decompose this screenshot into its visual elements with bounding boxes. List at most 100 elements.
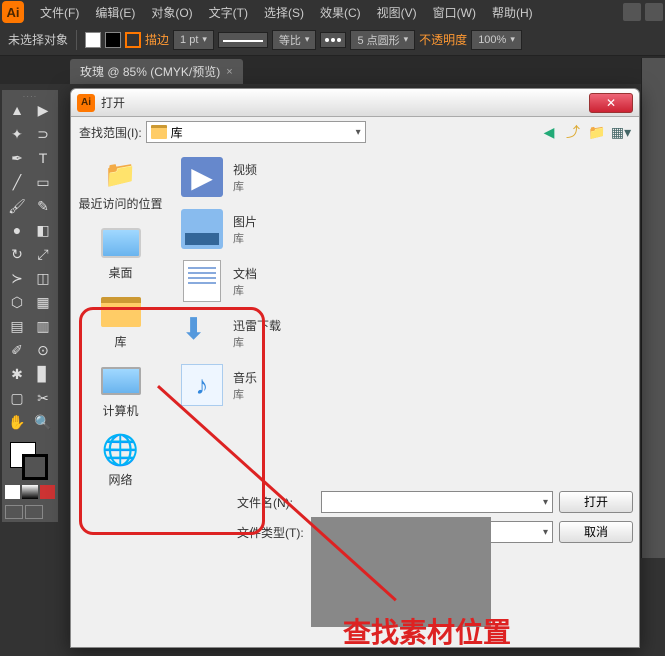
filename-combo[interactable]: ▾ <box>321 491 553 513</box>
chevron-down-icon: ▾ <box>543 497 548 508</box>
brush-preview[interactable] <box>320 32 346 48</box>
gradient-tool[interactable]: ▥ <box>30 314 56 338</box>
brush-dropdown[interactable]: 5 点圆形 <box>350 30 415 50</box>
filetype-label: 文件类型(T): <box>237 524 315 541</box>
width-tool[interactable]: ≻ <box>4 266 30 290</box>
look-in-value: 库 <box>171 124 183 141</box>
mesh-tool[interactable]: ▤ <box>4 314 30 338</box>
menu-view[interactable]: 视图(V) <box>369 2 425 23</box>
video-icon <box>181 157 223 197</box>
sidebar-item-desktop[interactable]: 桌面 <box>71 220 170 289</box>
free-transform-tool[interactable]: ◫ <box>30 266 56 290</box>
slice-tool[interactable]: ✂ <box>30 386 56 410</box>
right-panel-collapsed[interactable] <box>641 58 665 558</box>
sidebar-item-computer[interactable]: 计算机 <box>71 358 170 427</box>
scale-tool[interactable]: ⤢ <box>30 242 56 266</box>
rotate-tool[interactable]: ↻ <box>4 242 30 266</box>
rectangle-tool[interactable]: ▭ <box>30 170 56 194</box>
color-mode-icon[interactable] <box>5 485 20 499</box>
eraser-tool[interactable]: ◧ <box>30 218 56 242</box>
artboard-tool[interactable]: ▢ <box>4 386 30 410</box>
up-icon[interactable]: ⤴ <box>563 122 583 142</box>
options-bar: 未选择对象 描边 1 pt 等比 5 点圆形 不透明度 100% <box>0 24 665 56</box>
document-tab[interactable]: 玫瑰 @ 85% (CMYK/预览) × <box>70 59 243 84</box>
blob-brush-tool[interactable]: ● <box>4 218 30 242</box>
dialog-close-button[interactable]: ✕ <box>589 93 633 113</box>
magic-wand-tool[interactable]: ✦ <box>4 122 30 146</box>
look-in-label: 查找范围(I): <box>79 124 142 141</box>
sidebar-item-label: 计算机 <box>102 402 138 419</box>
blend-tool[interactable]: ⊙ <box>30 338 56 362</box>
paintbrush-tool[interactable]: 🖌 <box>4 194 30 218</box>
symbol-sprayer-tool[interactable]: ✱ <box>4 362 30 386</box>
pen-tool[interactable]: ✒ <box>4 146 30 170</box>
recent-icon <box>99 155 143 193</box>
direct-selection-tool[interactable]: ▶ <box>30 98 56 122</box>
screen-mode-normal-icon[interactable] <box>5 505 23 519</box>
none-mode-icon[interactable] <box>40 485 55 499</box>
file-item-music[interactable]: 音乐库 <box>175 359 635 411</box>
download-icon <box>181 312 223 354</box>
ai-icon: Ai <box>77 94 95 112</box>
stroke-rect-icon[interactable] <box>105 32 121 48</box>
sidebar-item-network[interactable]: 网络 <box>71 427 170 496</box>
sidebar-item-label: 桌面 <box>108 264 132 281</box>
new-folder-icon[interactable]: 📁 <box>587 122 607 142</box>
picture-icon <box>181 209 223 249</box>
stroke-width-dropdown[interactable]: 1 pt <box>173 30 214 50</box>
sidebar-item-recent[interactable]: 最近访问的位置 <box>71 151 170 220</box>
header-search-icon[interactable] <box>645 3 663 21</box>
color-wells[interactable] <box>4 440 56 480</box>
shape-builder-tool[interactable]: ⬡ <box>4 290 30 314</box>
dialog-toolbar: 查找范围(I): 库 ▾ ◀ ⤴ 📁 ▦▾ <box>71 117 639 147</box>
stroke-color-well[interactable] <box>22 454 48 480</box>
menu-window[interactable]: 窗口(W) <box>425 2 484 23</box>
dialog-titlebar[interactable]: Ai 打开 ✕ <box>71 89 639 117</box>
no-selection-label: 未选择对象 <box>8 31 68 48</box>
scale-dropdown[interactable]: 等比 <box>272 30 317 50</box>
look-in-combo[interactable]: 库 ▾ <box>146 121 366 143</box>
file-item-pictures[interactable]: 图片库 <box>175 203 635 255</box>
file-item-documents[interactable]: 文档库 <box>175 255 635 307</box>
selection-tool[interactable]: ▲ <box>4 98 30 122</box>
gradient-mode-icon[interactable] <box>22 485 37 499</box>
tab-close-icon[interactable]: × <box>226 66 232 78</box>
view-menu-icon[interactable]: ▦▾ <box>611 122 631 142</box>
eyedropper-tool[interactable]: ✐ <box>4 338 30 362</box>
network-icon <box>99 431 143 469</box>
opacity-value-dropdown[interactable]: 100% <box>471 30 522 50</box>
graph-tool[interactable]: ▊ <box>30 362 56 386</box>
sidebar-item-libraries[interactable]: 库 <box>71 289 170 358</box>
chevron-down-icon: ▾ <box>356 127 361 138</box>
sidebar-item-label: 库 <box>114 333 126 350</box>
annotation-text: 查找素材位置 <box>343 611 511 651</box>
screen-mode-full-icon[interactable] <box>25 505 43 519</box>
lasso-tool[interactable]: ⊃ <box>30 122 56 146</box>
stroke-outline-icon[interactable] <box>125 32 141 48</box>
menu-edit[interactable]: 编辑(E) <box>87 2 143 23</box>
menu-object[interactable]: 对象(O) <box>143 2 200 23</box>
menu-effect[interactable]: 效果(C) <box>312 2 369 23</box>
file-item-video[interactable]: 视频库 <box>175 151 635 203</box>
folder-icon <box>151 125 167 139</box>
file-item-downloads[interactable]: 迅雷下载库 <box>175 307 635 359</box>
perspective-tool[interactable]: ▦ <box>30 290 56 314</box>
fill-swatch[interactable] <box>85 32 101 48</box>
menu-type[interactable]: 文字(T) <box>201 2 256 23</box>
type-tool[interactable]: T <box>30 146 56 170</box>
pencil-tool[interactable]: ✎ <box>30 194 56 218</box>
dash-preview[interactable] <box>218 32 268 48</box>
open-button[interactable]: 打开 <box>559 491 633 513</box>
libraries-icon <box>101 297 141 327</box>
stroke-label[interactable]: 描边 <box>145 31 169 48</box>
menu-select[interactable]: 选择(S) <box>256 2 312 23</box>
opacity-label[interactable]: 不透明度 <box>419 31 467 48</box>
line-tool[interactable]: ╱ <box>4 170 30 194</box>
menu-help[interactable]: 帮助(H) <box>484 2 541 23</box>
header-arrange-icon[interactable] <box>623 3 641 21</box>
menu-file[interactable]: 文件(F) <box>32 2 87 23</box>
document-tab-bar: 玫瑰 @ 85% (CMYK/预览) × <box>0 56 665 84</box>
zoom-tool[interactable]: 🔍 <box>30 410 56 434</box>
hand-tool[interactable]: ✋ <box>4 410 30 434</box>
back-icon[interactable]: ◀ <box>539 122 559 142</box>
